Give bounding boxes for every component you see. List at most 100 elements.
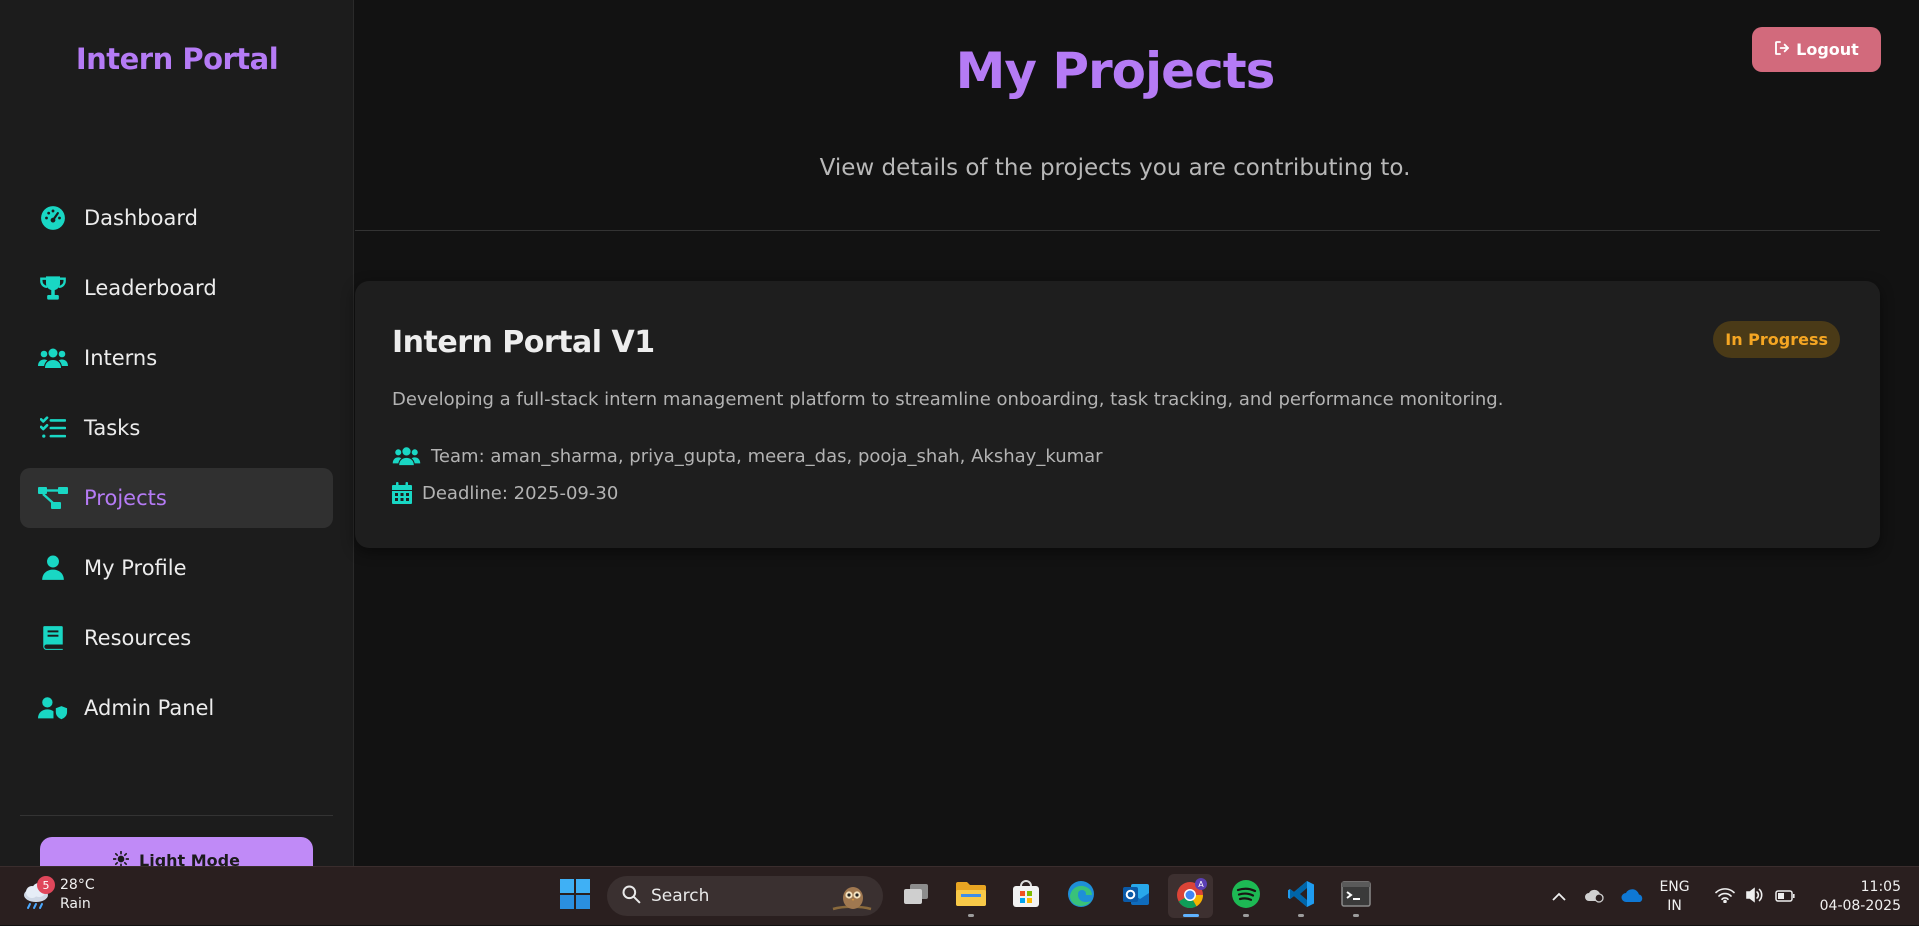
- project-diagram-icon: [38, 483, 68, 513]
- folder-icon: [955, 880, 987, 912]
- owl-illustration-icon: [831, 882, 873, 917]
- calendar-icon: [392, 482, 412, 504]
- language-code: ENG: [1659, 878, 1690, 895]
- users-icon: [392, 445, 421, 467]
- task-list-icon: [38, 413, 68, 443]
- status-badge: In Progress: [1713, 321, 1840, 358]
- cloud-sync-tray-icon[interactable]: [1575, 887, 1615, 907]
- sign-out-icon: [1774, 40, 1790, 60]
- project-deadline: Deadline: 2025-09-30: [392, 482, 618, 504]
- chrome-button[interactable]: A: [1168, 874, 1213, 918]
- wifi-tray-icon[interactable]: [1710, 887, 1740, 907]
- edge-browser-icon: [1066, 879, 1096, 913]
- dashboard-gauge-icon: [38, 203, 68, 233]
- task-view-button[interactable]: [893, 874, 938, 918]
- sidebar-item-projects[interactable]: Projects: [20, 468, 333, 528]
- store-bag-icon: [1011, 879, 1041, 913]
- weather-temperature: 28°C: [60, 877, 95, 893]
- clock[interactable]: 11:05 04-08-2025: [1820, 878, 1901, 916]
- terminal-icon: [1340, 881, 1371, 911]
- taskbar-search[interactable]: Search: [607, 876, 883, 916]
- sidebar-divider: [20, 815, 333, 816]
- battery-icon: [1774, 887, 1795, 906]
- wifi-icon: [1714, 887, 1735, 907]
- language-region: IN: [1667, 897, 1682, 914]
- project-deadline-text: Deadline: 2025-09-30: [422, 482, 619, 504]
- spotify-icon: [1231, 879, 1261, 913]
- clock-date: 04-08-2025: [1819, 897, 1901, 914]
- show-hidden-icons-button[interactable]: [1543, 887, 1575, 906]
- header-divider: [355, 230, 1880, 231]
- spotify-button[interactable]: [1223, 874, 1268, 918]
- sidebar-item-dashboard[interactable]: Dashboard: [20, 188, 333, 248]
- sidebar-item-my-profile[interactable]: My Profile: [20, 538, 333, 598]
- sidebar-item-label: Projects: [84, 486, 167, 510]
- running-indicator: [1242, 914, 1249, 917]
- clock-time: 11:05: [1860, 878, 1901, 895]
- speaker-icon: [1745, 886, 1765, 907]
- weather-alert-badge: 5: [37, 876, 55, 894]
- outlook-icon: [1121, 879, 1151, 913]
- vscode-button[interactable]: [1278, 874, 1323, 918]
- windows-logo-icon: [559, 879, 590, 913]
- terminal-button[interactable]: [1333, 874, 1378, 918]
- microsoft-store-button[interactable]: [1003, 874, 1048, 918]
- sidebar-item-label: My Profile: [84, 556, 187, 580]
- running-indicator: [1297, 914, 1304, 917]
- project-title: Intern Portal V1: [392, 325, 655, 360]
- sidebar-item-label: Dashboard: [84, 206, 198, 230]
- sidebar-item-tasks[interactable]: Tasks: [20, 398, 333, 458]
- user-shield-icon: [38, 693, 68, 723]
- main-content: My Projects View details of the projects…: [355, 0, 1919, 866]
- taskbar-apps: Search A: [552, 874, 1378, 918]
- rain-cloud-icon: 5: [20, 876, 55, 912]
- page-title: My Projects: [955, 42, 1276, 100]
- vscode-icon: [1286, 879, 1316, 913]
- file-explorer-button[interactable]: [948, 874, 993, 918]
- svg-text:A: A: [1198, 880, 1204, 889]
- project-description: Developing a full-stack intern managemen…: [392, 389, 1504, 410]
- sidebar-item-label: Leaderboard: [84, 276, 217, 300]
- start-button[interactable]: [552, 874, 597, 918]
- sidebar-nav: Dashboard Leaderboard Interns Tasks Proj…: [20, 188, 333, 748]
- sidebar-item-label: Resources: [84, 626, 192, 650]
- edge-button[interactable]: [1058, 874, 1103, 918]
- chrome-icon: A: [1175, 878, 1207, 914]
- trophy-icon: [38, 273, 68, 303]
- sidebar-item-admin-panel[interactable]: Admin Panel: [20, 678, 333, 738]
- project-team: Team: aman_sharma, priya_gupta, meera_da…: [392, 445, 1103, 467]
- running-indicator: [1352, 914, 1359, 917]
- sidebar-item-leaderboard[interactable]: Leaderboard: [20, 258, 333, 318]
- cloud-sync-icon: [1584, 887, 1606, 907]
- chevron-up-icon: [1552, 887, 1567, 906]
- onedrive-tray-icon[interactable]: [1615, 887, 1651, 907]
- windows-taskbar: 5 28°C Rain Search A ENG IN 11:05 04-08-…: [0, 866, 1919, 925]
- sidebar-item-resources[interactable]: Resources: [20, 608, 333, 668]
- sidebar-item-label: Tasks: [84, 416, 141, 440]
- sidebar: Intern Portal Dashboard Leaderboard Inte…: [0, 0, 354, 887]
- volume-tray-icon[interactable]: [1740, 886, 1770, 907]
- running-indicator: [1182, 914, 1199, 917]
- outlook-button[interactable]: [1113, 874, 1158, 918]
- page-subtitle: View details of the projects you are con…: [819, 155, 1411, 181]
- sidebar-item-label: Admin Panel: [84, 696, 215, 720]
- system-tray: ENG IN 11:05 04-08-2025: [1543, 867, 1919, 926]
- running-indicator: [967, 914, 974, 917]
- search-label: Search: [651, 886, 710, 906]
- project-team-text: Team: aman_sharma, priya_gupta, meera_da…: [431, 445, 1103, 467]
- users-icon: [38, 343, 68, 373]
- book-icon: [38, 623, 68, 653]
- language-indicator[interactable]: ENG IN: [1659, 878, 1689, 916]
- search-icon: [621, 884, 641, 909]
- weather-condition: Rain: [60, 896, 91, 912]
- sidebar-item-interns[interactable]: Interns: [20, 328, 333, 388]
- task-view-icon: [902, 882, 930, 910]
- battery-tray-icon[interactable]: [1770, 887, 1800, 906]
- project-card[interactable]: Intern Portal V1 In Progress Developing …: [355, 281, 1880, 548]
- logout-label: Logout: [1796, 40, 1859, 59]
- onedrive-cloud-icon: [1621, 887, 1645, 907]
- logout-button[interactable]: Logout: [1752, 27, 1881, 72]
- user-icon: [38, 553, 68, 583]
- sidebar-item-label: Interns: [84, 346, 158, 370]
- weather-widget[interactable]: 5 28°C Rain: [20, 876, 95, 914]
